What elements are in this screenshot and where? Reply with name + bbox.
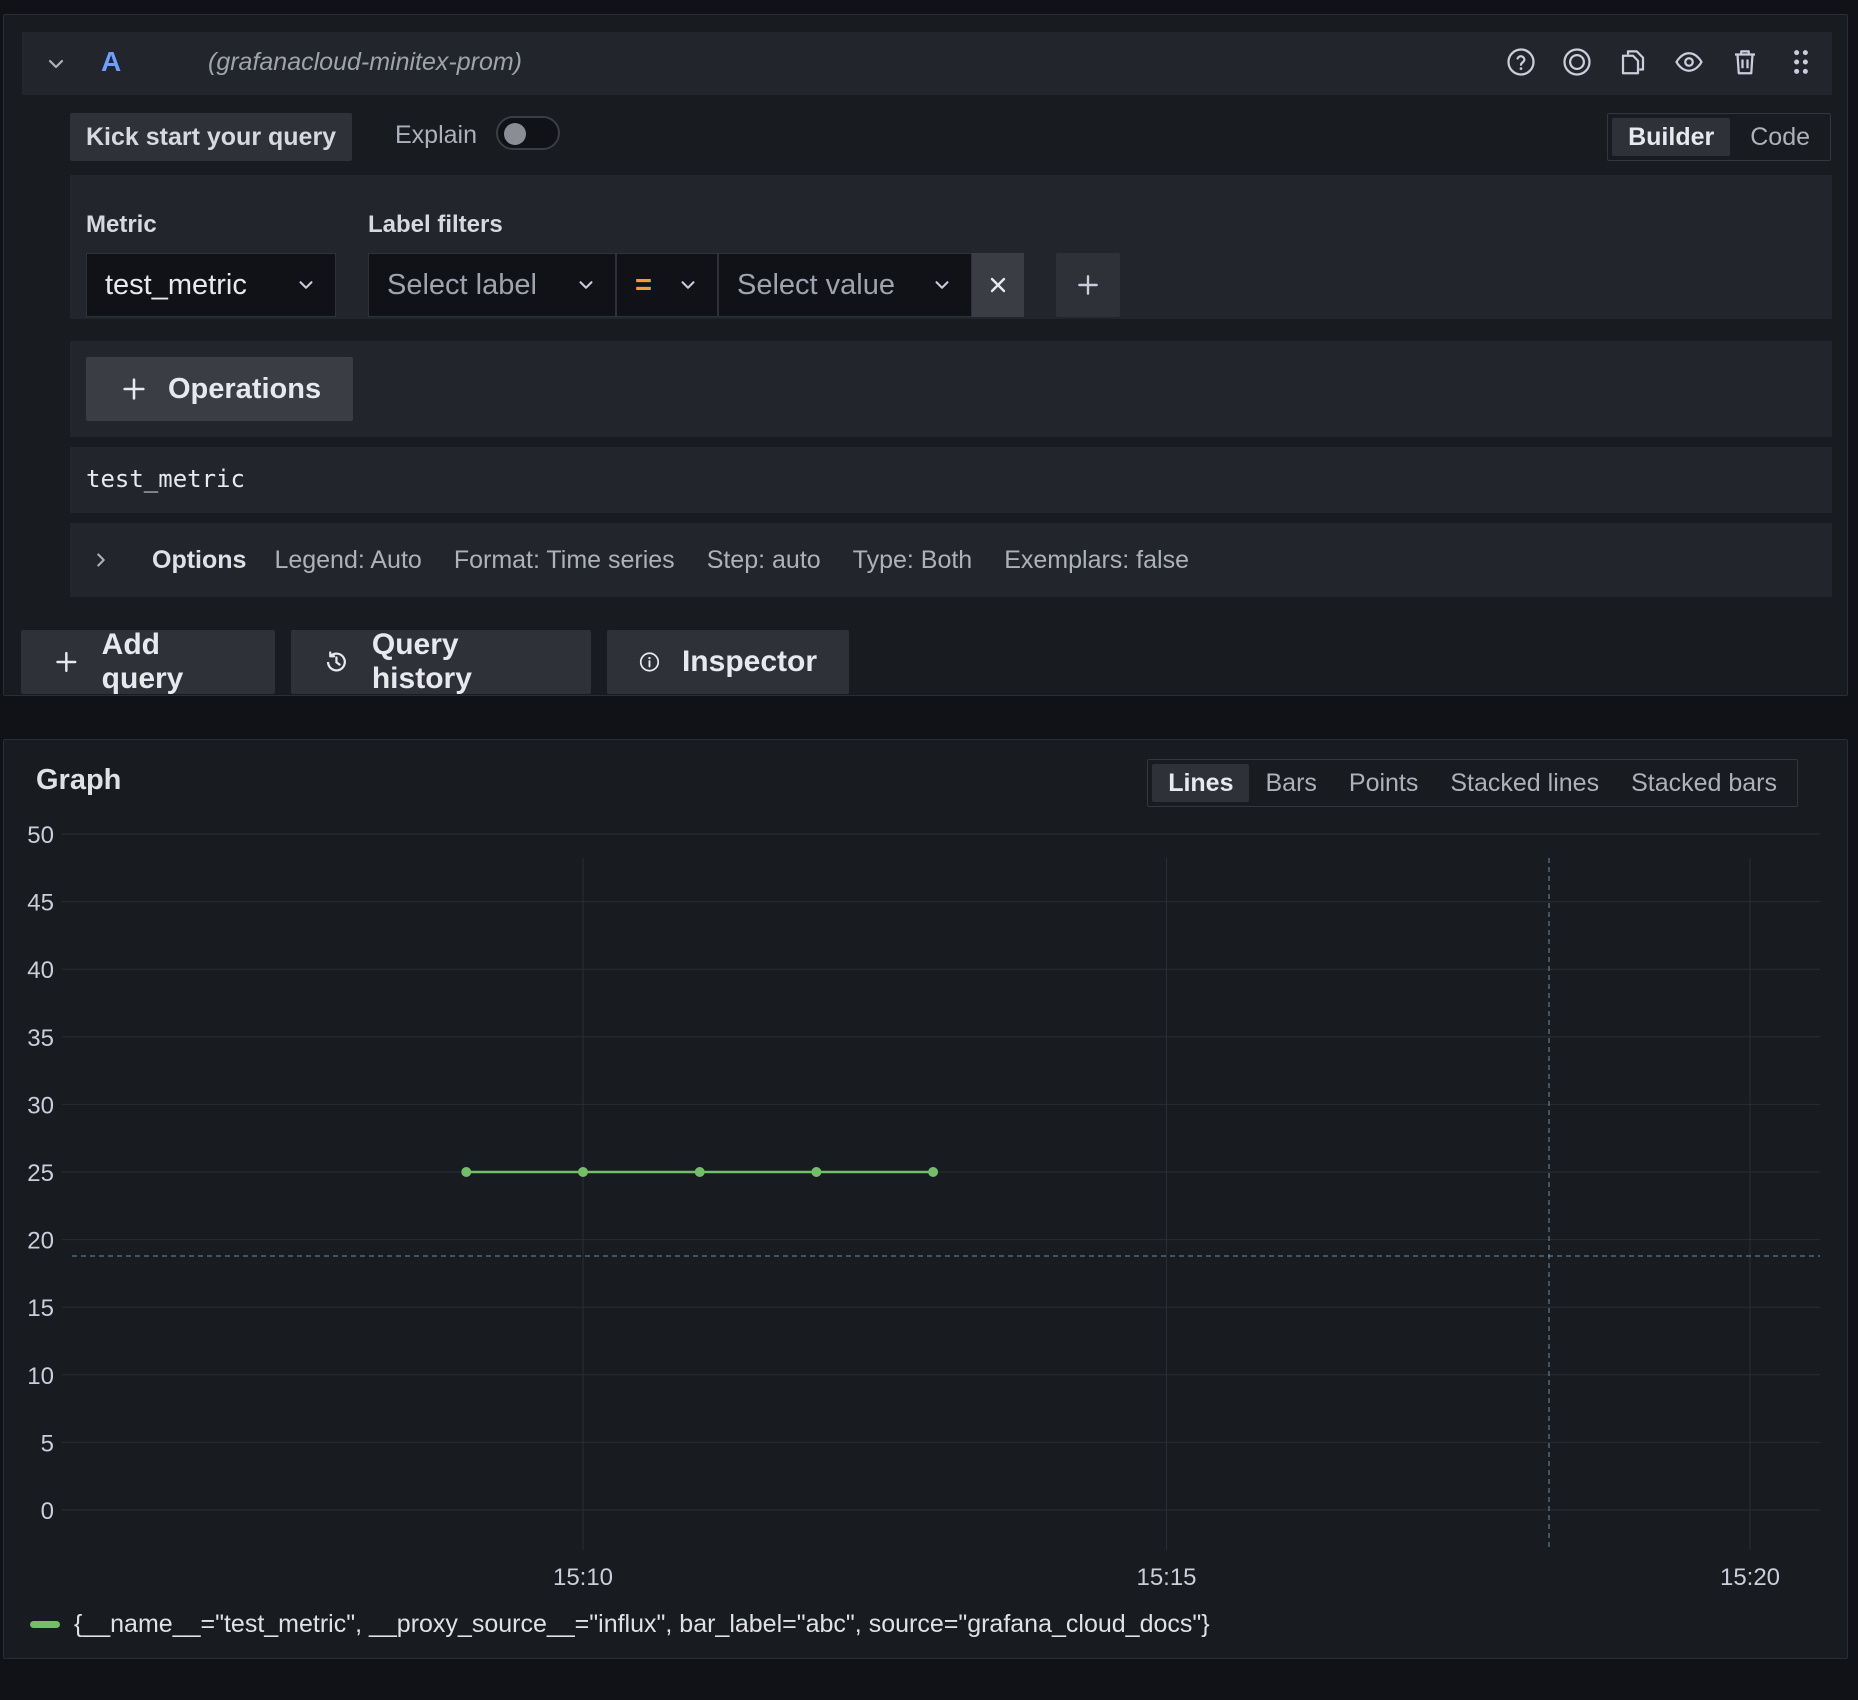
help-icon[interactable] bbox=[1504, 45, 1538, 79]
legend-color-swatch bbox=[30, 1621, 60, 1628]
chevron-down-icon bbox=[681, 281, 695, 289]
y-tick-label: 0 bbox=[41, 1498, 54, 1525]
eye-icon[interactable] bbox=[1672, 45, 1706, 79]
label-select-placeholder: Select label bbox=[387, 268, 537, 301]
trash-icon[interactable] bbox=[1728, 45, 1762, 79]
query-row-actions bbox=[1504, 45, 1818, 79]
options-legend: Legend: Auto bbox=[274, 545, 422, 574]
graph-type-bars[interactable]: Bars bbox=[1249, 764, 1332, 802]
y-tick-label: 35 bbox=[27, 1025, 54, 1052]
inspector-label: Inspector bbox=[681, 645, 817, 678]
data-point bbox=[461, 1167, 472, 1177]
history-icon bbox=[326, 651, 346, 672]
collapse-chevron-icon[interactable] bbox=[44, 52, 68, 76]
add-query-label: Add query bbox=[101, 628, 184, 695]
add-query-button[interactable]: Add query bbox=[21, 628, 275, 695]
options-title: Options bbox=[152, 545, 247, 574]
options-exemplars: Exemplars: false bbox=[1004, 545, 1189, 574]
graph-type-points[interactable]: Points bbox=[1333, 764, 1434, 802]
y-tick-label: 25 bbox=[27, 1160, 54, 1187]
y-tick-label: 20 bbox=[27, 1228, 54, 1255]
value-select[interactable]: Select value bbox=[718, 253, 972, 317]
x-tick-label: 15:20 bbox=[1720, 1564, 1780, 1591]
graph-type-stacked-bars[interactable]: Stacked bars bbox=[1615, 764, 1793, 802]
data-point bbox=[928, 1167, 939, 1177]
kick-start-button[interactable]: Kick start your query bbox=[70, 113, 353, 161]
time-series-chart[interactable]: 0 5 10 15 20 25 30 35 40 45 50 15:10 15:15 15:20 bbox=[4, 740, 1849, 1660]
metric-label: Metric bbox=[86, 211, 157, 238]
label-filters-label: Label filters bbox=[368, 211, 503, 238]
options-format: Format: Time series bbox=[453, 545, 675, 574]
duplicate-icon[interactable] bbox=[1616, 45, 1650, 79]
explain-toggle-knob bbox=[504, 123, 526, 145]
add-filter-button[interactable] bbox=[1056, 253, 1120, 317]
legend-series-label: {__name__="test_metric", __proxy_source_… bbox=[74, 1610, 1210, 1638]
label-select[interactable]: Select label bbox=[368, 253, 616, 317]
operations-label: Operations bbox=[168, 372, 322, 405]
data-point bbox=[694, 1167, 705, 1177]
y-tick-label: 10 bbox=[27, 1363, 54, 1390]
chevron-down-icon bbox=[935, 281, 949, 289]
y-tick-label: 50 bbox=[27, 822, 54, 849]
query-history-label: Query history bbox=[371, 628, 472, 695]
datasource-name: (grafanacloud-minitex-prom) bbox=[208, 48, 523, 76]
code-mode-button[interactable]: Code bbox=[1734, 118, 1826, 156]
query-editor-panel: A (grafanacloud-minitex-prom) Kick start bbox=[3, 14, 1848, 696]
operations-section: Operations bbox=[70, 341, 1832, 437]
query-row-header: A (grafanacloud-minitex-prom) bbox=[22, 32, 1832, 95]
y-tick-label: 40 bbox=[27, 957, 54, 984]
data-point bbox=[578, 1167, 588, 1177]
data-point bbox=[811, 1167, 822, 1177]
graph-type-stacked-lines[interactable]: Stacked lines bbox=[1434, 764, 1615, 802]
query-ref-id[interactable]: A bbox=[101, 46, 121, 78]
query-history-button[interactable]: Query history bbox=[291, 628, 591, 695]
metric-select-value: test_metric bbox=[105, 268, 247, 301]
y-tick-label: 30 bbox=[27, 1092, 54, 1119]
chevron-down-icon bbox=[299, 281, 313, 289]
raw-query-preview: test_metric bbox=[70, 447, 1832, 513]
operator-value: = bbox=[635, 268, 652, 301]
operator-select[interactable]: = bbox=[616, 253, 718, 317]
explain-toggle[interactable] bbox=[496, 116, 560, 150]
metric-select[interactable]: test_metric bbox=[86, 253, 336, 317]
x-tick-label: 15:15 bbox=[1136, 1564, 1196, 1591]
y-tick-label: 15 bbox=[27, 1295, 54, 1322]
y-tick-label: 5 bbox=[41, 1430, 54, 1457]
plus-icon bbox=[123, 378, 145, 400]
graph-type-lines[interactable]: Lines bbox=[1152, 764, 1250, 802]
y-tick-label: 45 bbox=[27, 890, 54, 917]
chart-legend[interactable]: {__name__="test_metric", __proxy_source_… bbox=[30, 1610, 1210, 1639]
x-tick-label: 15:10 bbox=[553, 1564, 613, 1591]
options-step: Step: auto bbox=[706, 545, 821, 574]
target-icon[interactable] bbox=[1560, 45, 1594, 79]
plus-icon bbox=[1078, 275, 1098, 295]
options-type: Type: Both bbox=[852, 545, 973, 574]
drag-handle-icon[interactable] bbox=[1784, 45, 1818, 79]
explain-label: Explain bbox=[395, 121, 477, 149]
chevron-down-icon bbox=[579, 281, 593, 289]
query-options-row[interactable]: Options Legend: Auto Format: Time series… bbox=[70, 523, 1832, 597]
inspector-button[interactable]: Inspector bbox=[607, 630, 849, 694]
value-select-placeholder: Select value bbox=[737, 268, 895, 301]
query-builder: Metric Label filters test_metric Select … bbox=[70, 175, 1832, 319]
info-icon bbox=[639, 652, 660, 672]
chevron-right-icon[interactable] bbox=[90, 549, 112, 571]
plus-icon bbox=[56, 651, 77, 673]
editor-mode-switch: Builder Code bbox=[1607, 113, 1831, 161]
add-operation-button[interactable]: Operations bbox=[86, 357, 354, 421]
remove-filter-button[interactable] bbox=[972, 253, 1024, 317]
graph-title: Graph bbox=[36, 764, 122, 796]
graph-type-switch: Lines Bars Points Stacked lines Stacked … bbox=[1147, 759, 1798, 807]
builder-mode-button[interactable]: Builder bbox=[1612, 118, 1731, 156]
close-icon bbox=[990, 277, 1006, 293]
graph-panel: 0 5 10 15 20 25 30 35 40 45 50 15:10 15:15 15:20 Grap… bbox=[3, 739, 1848, 1659]
